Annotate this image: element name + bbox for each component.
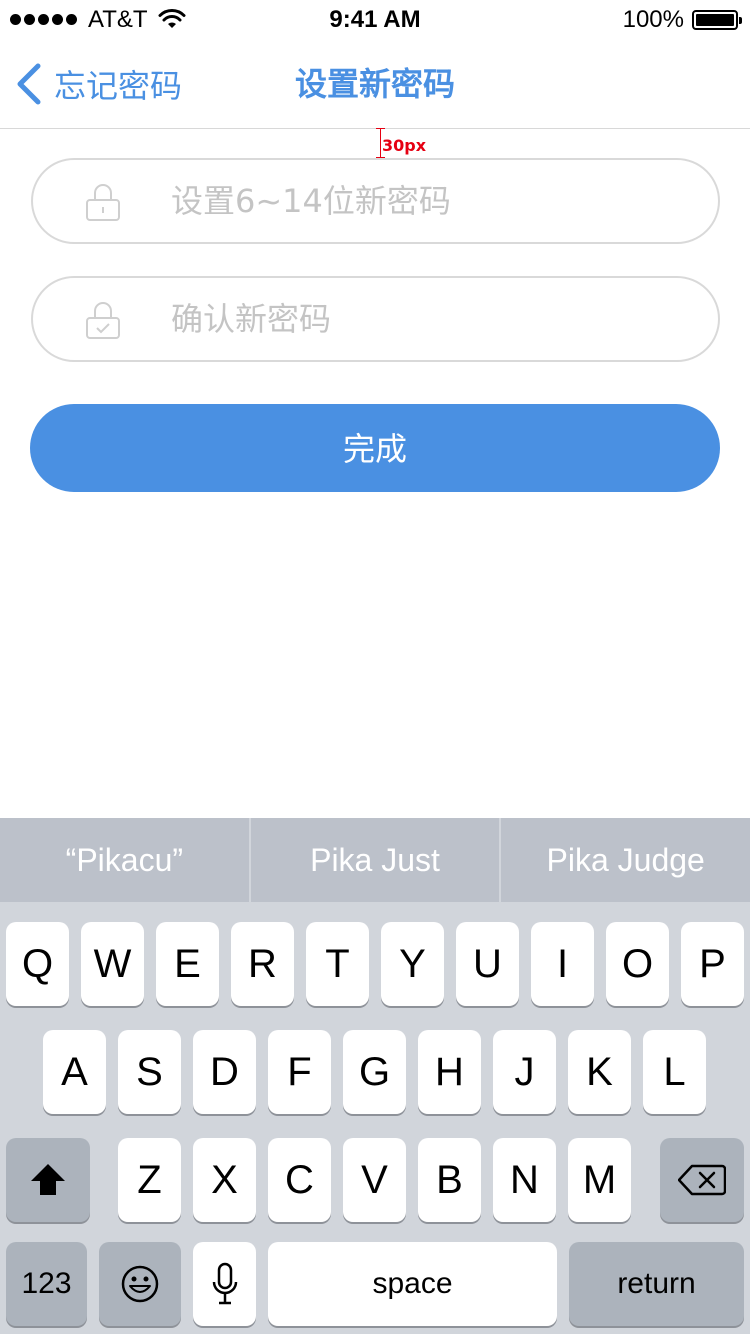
annotation-label: 30px: [382, 136, 427, 155]
key-i[interactable]: I: [531, 922, 594, 1006]
submit-button[interactable]: 完成: [30, 404, 720, 492]
battery-tip: [739, 17, 742, 24]
key-g[interactable]: G: [343, 1030, 406, 1114]
key-r[interactable]: R: [231, 922, 294, 1006]
confirm-password-field[interactable]: [31, 276, 720, 362]
key-x[interactable]: X: [193, 1138, 256, 1222]
battery-percent: 100%: [622, 6, 684, 33]
key-t[interactable]: T: [306, 922, 369, 1006]
dictation-key[interactable]: [193, 1242, 256, 1326]
space-key[interactable]: space: [268, 1242, 557, 1326]
delete-key[interactable]: [660, 1138, 744, 1222]
key-y[interactable]: Y: [381, 922, 444, 1006]
delete-icon: [678, 1164, 726, 1196]
key-d[interactable]: D: [193, 1030, 256, 1114]
key-f[interactable]: F: [268, 1030, 331, 1114]
suggestion-item[interactable]: Pika Just: [248, 818, 500, 902]
status-bar: AT&T 9:41 AM 100%: [0, 0, 750, 40]
key-k[interactable]: K: [568, 1030, 631, 1114]
navigation-bar: 忘记密码 设置新密码: [0, 40, 750, 129]
emoji-icon: [121, 1265, 159, 1303]
shift-icon: [31, 1164, 65, 1195]
battery-fill: [696, 14, 734, 26]
annotation-line: [380, 128, 381, 158]
key-j[interactable]: J: [493, 1030, 556, 1114]
suggestion-bar: “Pikacu” Pika Just Pika Judge: [0, 818, 750, 902]
page-title: 设置新密码: [294, 66, 455, 102]
key-w[interactable]: W: [81, 922, 144, 1006]
key-z[interactable]: Z: [118, 1138, 181, 1222]
key-o[interactable]: O: [606, 922, 669, 1006]
lock-icon: [86, 184, 120, 221]
keyboard: “Pikacu” Pika Just Pika Judge Q W E R T …: [0, 818, 750, 1334]
return-key[interactable]: return: [569, 1242, 744, 1326]
numbers-key[interactable]: 123: [6, 1242, 87, 1326]
shift-key[interactable]: [6, 1138, 90, 1222]
suggestion-item[interactable]: “Pikacu”: [0, 818, 249, 902]
lock-check-icon: [86, 302, 120, 339]
new-password-field[interactable]: [31, 158, 720, 244]
emoji-key[interactable]: [99, 1242, 181, 1326]
key-l[interactable]: L: [643, 1030, 706, 1114]
key-c[interactable]: C: [268, 1138, 331, 1222]
suggestion-item[interactable]: Pika Judge: [499, 818, 750, 902]
key-h[interactable]: H: [418, 1030, 481, 1114]
new-password-input[interactable]: [171, 178, 691, 224]
key-a[interactable]: A: [43, 1030, 106, 1114]
key-b[interactable]: B: [418, 1138, 481, 1222]
microphone-icon: [212, 1262, 237, 1305]
key-v[interactable]: V: [343, 1138, 406, 1222]
key-m[interactable]: M: [568, 1138, 631, 1222]
spacing-annotation: 30px: [376, 128, 436, 158]
key-p[interactable]: P: [681, 922, 744, 1006]
confirm-password-input[interactable]: [171, 296, 691, 342]
key-u[interactable]: U: [456, 922, 519, 1006]
battery-icon: [692, 10, 742, 30]
key-q[interactable]: Q: [6, 922, 69, 1006]
key-s[interactable]: S: [118, 1030, 181, 1114]
key-n[interactable]: N: [493, 1138, 556, 1222]
key-e[interactable]: E: [156, 922, 219, 1006]
